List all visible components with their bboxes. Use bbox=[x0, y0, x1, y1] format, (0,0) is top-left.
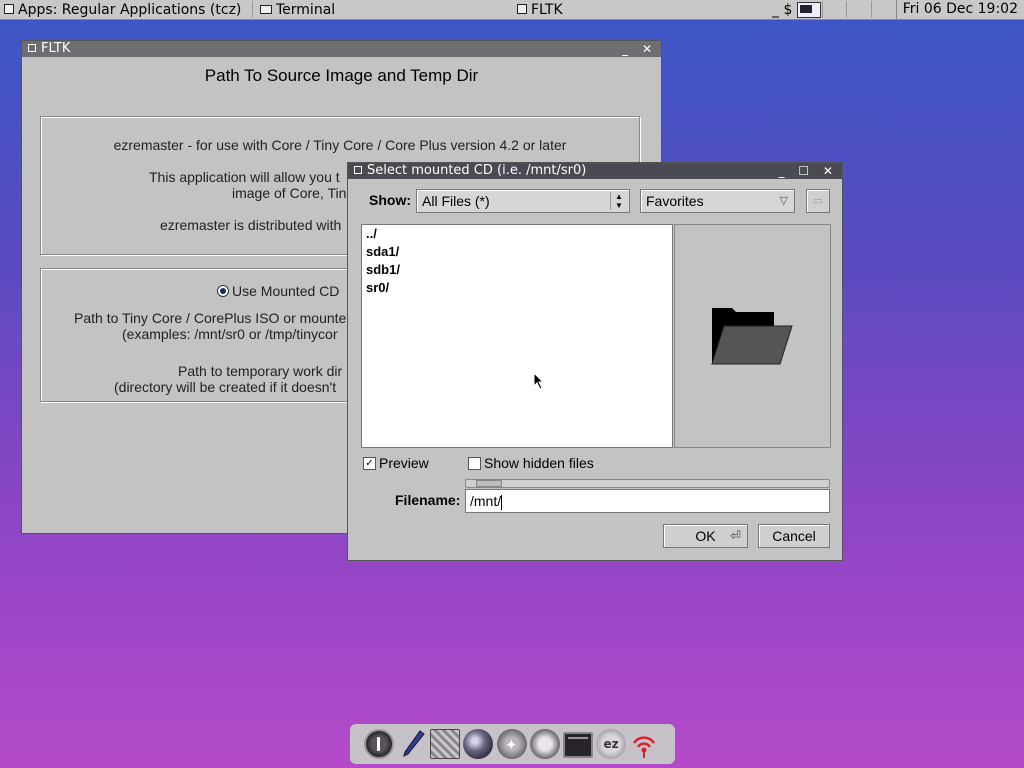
temp-dir-note: (directory will be created if it doesn't bbox=[114, 379, 337, 395]
power-icon[interactable] bbox=[364, 729, 394, 759]
favorites-select[interactable]: Favorites ▽ bbox=[640, 189, 795, 213]
services-icon[interactable]: ✦ bbox=[497, 729, 527, 759]
filename-label: Filename: bbox=[395, 492, 461, 508]
list-item[interactable]: sdb1/ bbox=[364, 261, 672, 279]
show-hidden-checkbox[interactable]: Show hidden files bbox=[468, 455, 594, 471]
window-square-icon bbox=[517, 4, 527, 14]
page-title: Path To Source Image and Temp Dir bbox=[204, 66, 479, 85]
source-path-examples: (examples: /mnt/sr0 or /tmp/tinycor bbox=[122, 326, 338, 342]
taskbar-divider bbox=[252, 1, 253, 18]
scrollbar-thumb[interactable] bbox=[476, 480, 502, 487]
taskbar-divider bbox=[846, 1, 847, 18]
filename-input[interactable]: /mnt/ bbox=[465, 489, 830, 513]
mouse-pointer-icon bbox=[533, 372, 545, 390]
clock: Fri 06 Dec 19:02 bbox=[895, 0, 1024, 19]
new-folder-icon: ▭ bbox=[812, 195, 824, 207]
pager-icon[interactable] bbox=[797, 2, 821, 18]
new-folder-button[interactable]: ▭ bbox=[806, 189, 830, 213]
terminal-icon[interactable] bbox=[563, 732, 593, 758]
temp-dir-label: Path to temporary work dir bbox=[178, 363, 343, 379]
info-text: This application will allow you t bbox=[149, 169, 340, 185]
info-text: image of Core, Tin bbox=[232, 185, 347, 201]
info-text: ezremaster is distributed with bbox=[160, 217, 342, 233]
window-menu-icon[interactable] bbox=[354, 165, 362, 174]
taskbar-apps-item[interactable]: Apps: Regular Applications (tcz) bbox=[4, 1, 241, 19]
folder-icon bbox=[711, 308, 793, 365]
editor-icon[interactable] bbox=[398, 729, 428, 759]
list-item[interactable]: ../ bbox=[364, 225, 672, 243]
window-controls[interactable]: _ ☐ ✕ bbox=[779, 163, 838, 179]
spinner-arrows-icon: ▲ ▼ bbox=[610, 192, 627, 210]
ezremaster-icon[interactable]: ez bbox=[596, 729, 626, 759]
terminal-icon bbox=[260, 4, 272, 14]
file-list[interactable]: ../sda1/sdb1/sr0/ bbox=[361, 224, 673, 448]
control-panel-icon[interactable] bbox=[530, 729, 560, 759]
filename-scrollbar[interactable] bbox=[465, 479, 830, 488]
preview-checkbox[interactable]: ✓ Preview bbox=[363, 455, 429, 471]
file-dialog-titlebar[interactable]: Select mounted CD (i.e. /mnt/sr0) _ ☐ ✕ bbox=[348, 163, 842, 179]
chevron-down-icon: ▽ bbox=[779, 195, 788, 207]
checkbox-empty-icon bbox=[468, 456, 481, 470]
apps-icon[interactable] bbox=[430, 729, 460, 759]
taskbar-fltk-item[interactable]: FLTK bbox=[517, 1, 563, 19]
enter-key-icon: ⏎ bbox=[730, 528, 741, 543]
dock: ✦ ez bbox=[350, 724, 675, 764]
mount-icon[interactable] bbox=[463, 729, 493, 759]
wifi-icon[interactable] bbox=[629, 729, 659, 759]
taskbar-terminal-item[interactable]: Terminal bbox=[260, 1, 335, 19]
checkmark-icon: ✓ bbox=[363, 456, 376, 470]
source-path-label: Path to Tiny Core / CorePlus ISO or moun… bbox=[74, 310, 347, 326]
use-mounted-cd-radio[interactable]: Use Mounted CD bbox=[217, 283, 339, 299]
show-filter-select[interactable]: All Files (*) ▲ ▼ bbox=[416, 189, 630, 213]
text-cursor bbox=[501, 494, 503, 510]
file-chooser-dialog: Select mounted CD (i.e. /mnt/sr0) _ ☐ ✕ … bbox=[347, 162, 843, 561]
window-menu-icon[interactable] bbox=[28, 43, 36, 52]
show-label: Show: bbox=[369, 192, 411, 208]
preview-pane bbox=[674, 224, 831, 448]
list-item[interactable]: sr0/ bbox=[364, 279, 672, 297]
taskbar-divider bbox=[822, 1, 823, 18]
ok-button[interactable]: OK ⏎ bbox=[663, 524, 748, 548]
info-text: ezremaster - for use with Core / Tiny Co… bbox=[113, 137, 567, 153]
taskbar: Apps: Regular Applications (tcz) Termina… bbox=[0, 0, 1024, 20]
taskbar-divider bbox=[871, 1, 872, 18]
main-window-titlebar[interactable]: FLTK _ ✕ bbox=[22, 41, 661, 57]
window-square-icon bbox=[4, 4, 14, 14]
pager-active-desktop bbox=[800, 5, 812, 13]
radio-selected-icon bbox=[217, 285, 229, 298]
window-controls[interactable]: _ ✕ bbox=[622, 41, 657, 57]
list-item[interactable]: sda1/ bbox=[364, 243, 672, 261]
cancel-button[interactable]: Cancel bbox=[758, 524, 830, 548]
taskbar-prompt: _ $ bbox=[772, 2, 793, 18]
